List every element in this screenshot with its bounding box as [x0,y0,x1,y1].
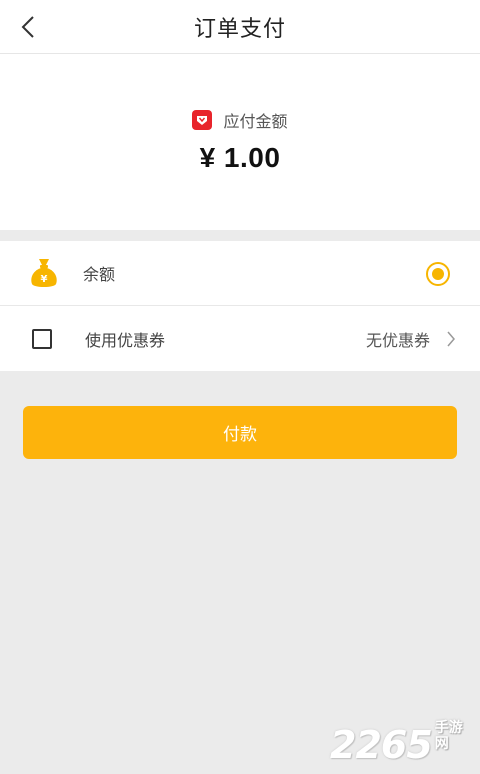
pay-button[interactable]: 付款 [23,406,457,459]
money-bag-icon: ¥ [31,259,57,287]
watermark-logo: 2265 手游网 [330,719,476,767]
amount-card: 应付金额 ¥ 1.00 [0,54,480,230]
balance-label: 余额 [83,267,116,284]
svg-text:¥: ¥ [41,274,48,285]
payment-badge-icon [192,110,213,130]
radio-selected-dot [432,268,444,280]
coupon-checkbox[interactable] [32,329,52,349]
amount-label-row: 应付金额 [0,108,480,132]
watermark-number: 2265 [330,723,433,767]
coupon-label: 使用优惠券 [85,332,166,350]
chevron-right-icon [447,331,455,347]
nav-bar: 订单支付 [0,0,480,54]
balance-radio[interactable] [426,262,450,286]
coupon-option[interactable]: 使用优惠券 无优惠券 [0,306,480,371]
chevron-left-icon [21,16,34,38]
coupon-value: 无优惠券 [365,332,430,350]
amount-value: ¥ 1.00 [199,142,281,173]
page-title: 订单支付 [193,15,286,41]
amount-label: 应付金额 [223,114,288,131]
back-button[interactable] [8,7,48,47]
watermark-text: 手游网 [434,719,463,751]
balance-option[interactable]: ¥ 余额 [0,241,480,306]
payment-options: ¥ 余额 使用优惠券 无优惠券 [0,241,480,371]
